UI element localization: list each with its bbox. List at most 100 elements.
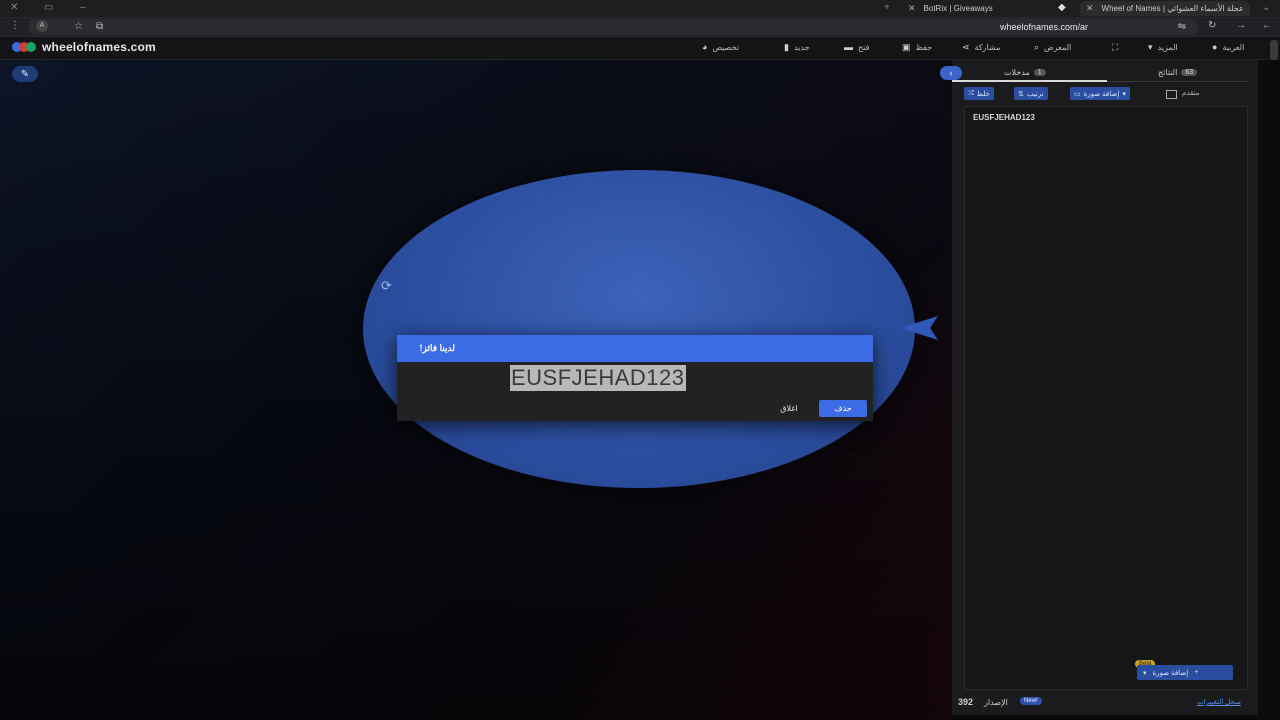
tab-entries[interactable]: مدخلات 1 [1004, 68, 1046, 77]
pencil-icon: ✎ [20, 68, 30, 80]
tab-results[interactable]: النتائج 63 [1158, 68, 1198, 77]
reload-icon[interactable]: ↻ [1208, 20, 1216, 31]
spin-wheel[interactable] [363, 170, 915, 488]
shuffle-button[interactable]: ⤮ خلط [964, 87, 994, 100]
advanced-label: متقدم [1182, 90, 1200, 97]
nav-label: تخصيص [712, 42, 739, 52]
globe-icon: ● [1212, 42, 1218, 52]
page-scrollbar[interactable] [1270, 40, 1278, 60]
tab-favicon-icon: ◆ [1058, 2, 1066, 13]
new-tab-icon[interactable]: + [884, 2, 890, 13]
nav-save[interactable]: ▣ حفظ [902, 42, 932, 53]
caret-down-icon: ▾ [1143, 669, 1147, 677]
site-name: wheelofnames.com [42, 40, 156, 54]
wheel-logo-icon [12, 40, 36, 54]
site-settings-icon[interactable]: ⇋ [1178, 21, 1186, 32]
sort-button[interactable]: ⇅ ترتيب [1014, 87, 1048, 100]
edit-wheel-button[interactable]: ✎ [12, 66, 38, 82]
nav-more[interactable]: ▾ المزيد [1148, 42, 1178, 53]
install-app-icon[interactable]: ⧉ [96, 21, 103, 32]
nav-label: جديد [793, 43, 810, 52]
nav-gallery[interactable]: ⌕ المعرض [1034, 42, 1071, 53]
winner-name: EUSFJEHAD123 [510, 365, 686, 391]
winner-dialog: لدينا فائز! EUSFJEHAD123 اغلاق حذف [397, 335, 873, 421]
profile-avatar-icon[interactable]: A [36, 20, 48, 32]
add-image-dropdown[interactable]: ▭ إضافة صورة ▾ [1070, 87, 1130, 100]
button-label: ترتيب [1026, 90, 1044, 98]
share-icon: ⋖ [962, 42, 970, 52]
tab-label: مدخلات [1004, 68, 1030, 77]
nav-fullscreen[interactable]: ⛶ [1112, 42, 1118, 53]
wheel-pointer-icon [900, 316, 938, 340]
tab-wheel-of-names[interactable]: ✕ Wheel of Names | عجلة الأسماء العشوائي [1080, 1, 1250, 16]
nav-new[interactable]: ▮ جديد [784, 42, 810, 53]
active-tab-indicator [952, 80, 1107, 82]
advanced-checkbox[interactable] [1166, 90, 1177, 99]
entries-textarea[interactable]: EUSFJEHAD123 [964, 106, 1248, 690]
close-tab-icon[interactable]: ✕ [908, 3, 916, 14]
entries-panel: ‹ مدخلات 1 النتائج 63 ⤮ خلط ⇅ ترتيب ▭ إض… [940, 60, 1258, 715]
changelog-link[interactable]: سجل التغييرات [1197, 698, 1241, 706]
fullscreen-icon: ⛶ [1112, 42, 1119, 52]
caret-down-icon: ▾ [1148, 42, 1153, 52]
back-icon[interactable]: ← [1262, 20, 1272, 31]
nav-label: مشاركة [974, 43, 1001, 52]
list-item: EUSFJEHAD123 [973, 113, 1035, 122]
plus-icon: + [1194, 669, 1199, 676]
save-icon: ▣ [902, 42, 911, 52]
close-window-icon[interactable]: ✕ [10, 2, 18, 13]
nav-label: حفظ [915, 43, 933, 52]
restore-window-icon[interactable]: ▭ [44, 2, 53, 13]
nav-open[interactable]: ▬ فتح [844, 42, 869, 52]
dialog-header: لدينا فائز! [397, 335, 873, 362]
tab-label: BotRix | Giveaways [923, 4, 993, 13]
omnibox[interactable]: A ☆ ⧉ wheelofnames.com/ar ⇋ [28, 19, 1198, 35]
tab-botrix[interactable]: ✕ BotRix | Giveaways [908, 1, 993, 16]
wheel-center-icon: ⟳ [381, 278, 392, 293]
address-bar: ⋮ A ☆ ⧉ wheelofnames.com/ar ⇋ ↻ → ← [0, 18, 1280, 37]
nav-label: المزيد [1157, 43, 1178, 52]
close-tab-icon[interactable]: ✕ [1086, 3, 1094, 14]
browser-tab-strip: ✕ ▭ – + ✕ BotRix | Giveaways ◆ ✕ Wheel o… [0, 0, 1280, 18]
nav-label: فتح [858, 42, 870, 52]
minimize-window-icon[interactable]: – [80, 2, 86, 13]
chevron-left-icon: ‹ [949, 68, 953, 78]
palette-icon: ◕ [702, 42, 708, 52]
button-label: خلط [976, 90, 990, 98]
bookmark-star-icon[interactable]: ☆ [74, 21, 83, 32]
forward-icon[interactable]: → [1236, 20, 1246, 31]
nav-label: العربية [1222, 42, 1245, 52]
nav-label: المعرض [1044, 43, 1072, 52]
dialog-title: لدينا فائز! [419, 343, 455, 353]
button-label: إضافة صورة [1083, 90, 1120, 98]
sort-icon: ⇅ [1018, 90, 1024, 98]
entries-count-badge: 1 [1033, 69, 1046, 76]
collapse-panel-button[interactable]: ‹ [940, 66, 962, 80]
new-badge: New! [1020, 697, 1042, 705]
version-number: 392 [958, 697, 974, 707]
tab-divider [1107, 81, 1247, 82]
tab-search-icon[interactable]: ⌄ [1262, 2, 1270, 13]
caret-down-icon: ▾ [1122, 90, 1126, 98]
menu-kebab-icon[interactable]: ⋮ [10, 20, 20, 31]
tab-label: النتائج [1158, 68, 1178, 77]
panel-footer: 392 الإصدار New! سجل التغييرات [952, 696, 1258, 710]
site-logo[interactable]: wheelofnames.com [12, 40, 156, 54]
folder-icon: ▬ [844, 42, 853, 52]
tab-label: Wheel of Names | عجلة الأسماء العشوائي [1101, 4, 1244, 13]
image-icon: ▭ [1074, 90, 1081, 98]
results-count-badge: 63 [1181, 69, 1198, 76]
close-button[interactable]: اغلاق [769, 400, 809, 417]
button-label: إضافة صورة [1152, 669, 1189, 677]
search-icon: ⌕ [1034, 42, 1040, 52]
nav-share[interactable]: ⋖ مشاركة [962, 42, 1000, 53]
file-icon: ▮ [784, 42, 789, 52]
nav-customize[interactable]: ◕ تخصيص [702, 42, 739, 52]
shuffle-icon: ⤮ [968, 89, 974, 97]
version-label: الإصدار [984, 698, 1008, 707]
url-text[interactable]: wheelofnames.com/ar [1000, 22, 1088, 32]
add-image-bottom-button[interactable]: ▾ إضافة صورة + [1137, 665, 1233, 680]
nav-language[interactable]: ● العربية [1212, 42, 1244, 52]
remove-button[interactable]: حذف [819, 400, 867, 417]
app-navbar: wheelofnames.com ● العربية ▾ المزيد ⛶ ⌕ … [0, 37, 1280, 60]
